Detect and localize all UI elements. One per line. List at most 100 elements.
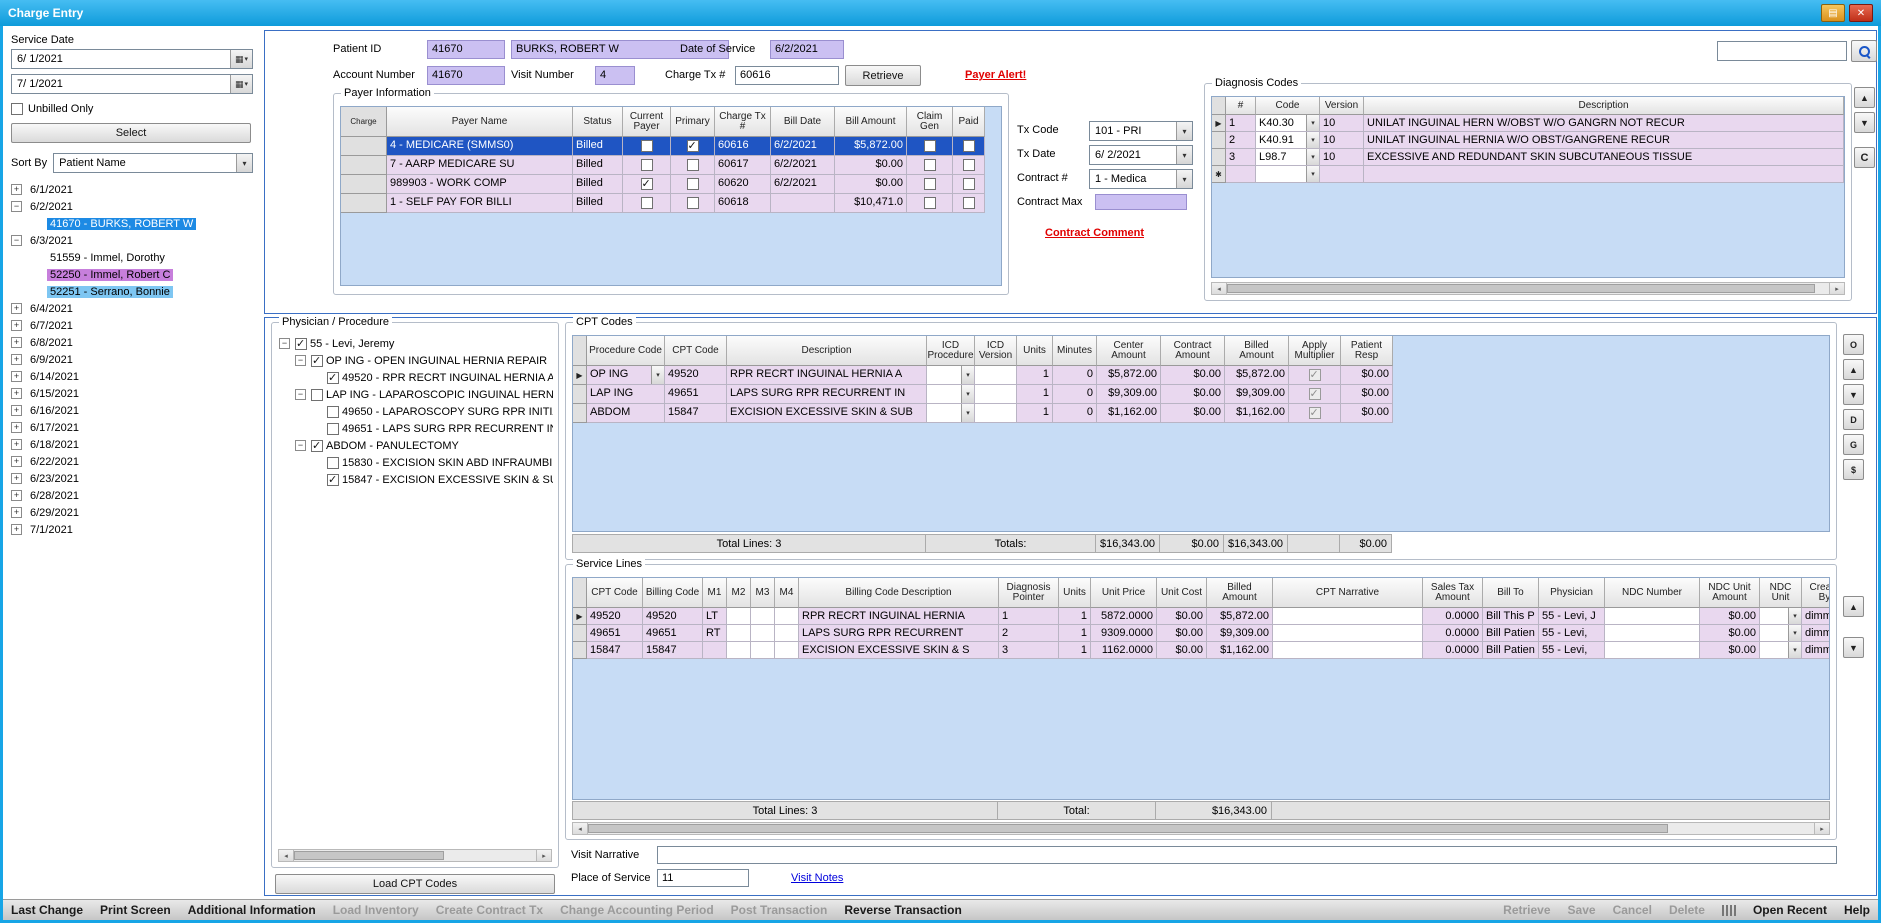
service-line-cell[interactable]: $1,162.00: [1207, 642, 1273, 659]
tree-expander-icon[interactable]: −: [11, 201, 22, 212]
diagnosis-cell[interactable]: K40.91▾: [1256, 132, 1320, 149]
visit-notes-link[interactable]: Visit Notes: [791, 872, 843, 884]
payer-cell[interactable]: [671, 137, 715, 156]
service-line-cell[interactable]: 49520: [587, 608, 643, 625]
tree-expander-icon[interactable]: +: [11, 422, 22, 433]
tree-expander-icon[interactable]: +: [11, 354, 22, 365]
procedure-tree-item[interactable]: 49520 - RPR RECRT INGUINAL HERNIA A: [277, 369, 553, 386]
payer-cell[interactable]: 989903 - WORK COMP: [387, 175, 573, 194]
procedure-checkbox[interactable]: [327, 474, 339, 486]
service-line-column-header[interactable]: M2: [727, 578, 751, 608]
service-line-cell[interactable]: ▾: [1760, 625, 1802, 642]
payer-cell[interactable]: [953, 156, 985, 175]
service-line-cell[interactable]: [775, 608, 799, 625]
checkbox[interactable]: [924, 178, 936, 190]
payer-column-header[interactable]: Claim Gen: [907, 107, 953, 137]
payer-cell[interactable]: Billed: [573, 194, 623, 213]
tree-expander-icon[interactable]: −: [295, 440, 306, 451]
service-line-cell[interactable]: dimmel: [1802, 625, 1830, 642]
dropdown-arrow-icon[interactable]: ▾: [1306, 132, 1319, 148]
procedure-checkbox[interactable]: [295, 338, 307, 350]
scroll-right-icon[interactable]: ▸: [1829, 283, 1844, 294]
service-line-cell[interactable]: [727, 625, 751, 642]
cpt-cell[interactable]: EXCISION EXCESSIVE SKIN & SUB: [727, 404, 927, 423]
service-line-cell[interactable]: $0.00: [1700, 608, 1760, 625]
service-line-cell[interactable]: [1605, 642, 1700, 659]
payer-cell[interactable]: [953, 137, 985, 156]
tree-date-item[interactable]: +6/15/2021: [11, 385, 253, 402]
checkbox[interactable]: [963, 159, 975, 171]
checkbox[interactable]: [687, 140, 699, 152]
service-line-cell[interactable]: 49651: [643, 625, 703, 642]
service-line-cell[interactable]: 0.0000: [1423, 625, 1483, 642]
row-marker[interactable]: [1212, 132, 1226, 149]
tree-date-item[interactable]: +7/1/2021: [11, 521, 253, 538]
cpt-cell[interactable]: ▾: [927, 404, 975, 423]
row-marker[interactable]: [573, 404, 587, 423]
statusbar-item-cancel[interactable]: Cancel: [1613, 903, 1652, 917]
cpt-cell[interactable]: ▾: [927, 385, 975, 404]
cpt-cell[interactable]: 49520: [665, 366, 727, 385]
procedure-checkbox[interactable]: [327, 406, 339, 418]
cpt-column-header[interactable]: ICD Procedure: [927, 336, 975, 366]
payer-column-header[interactable]: Status: [573, 107, 623, 137]
tx-code-combo[interactable]: 101 - PRI▾: [1089, 121, 1193, 141]
payer-column-header[interactable]: Charge Tx #: [715, 107, 771, 137]
payer-cell[interactable]: [953, 175, 985, 194]
cpt-cell[interactable]: [1289, 404, 1341, 423]
service-line-cell[interactable]: $5,872.00: [1207, 608, 1273, 625]
cpt-cell[interactable]: 15847: [665, 404, 727, 423]
tree-expander-icon[interactable]: +: [11, 184, 22, 195]
diagnosis-cell[interactable]: L98.7▾: [1256, 149, 1320, 166]
procedure-tree-item[interactable]: 49650 - LAPAROSCOPY SURG RPR INITIA: [277, 403, 553, 420]
cpt-cell[interactable]: $5,872.00: [1097, 366, 1161, 385]
checkbox[interactable]: [924, 159, 936, 171]
payer-column-header[interactable]: Payer Name: [387, 107, 573, 137]
service-line-cell[interactable]: 1162.0000: [1091, 642, 1157, 659]
payer-cell[interactable]: 6/2/2021: [771, 156, 835, 175]
statusbar-item-save[interactable]: Save: [1568, 903, 1596, 917]
payer-cell[interactable]: [907, 137, 953, 156]
row-marker[interactable]: [341, 137, 387, 156]
diagnosis-cell[interactable]: [1364, 166, 1844, 183]
statusbar-item-change-accounting-period[interactable]: Change Accounting Period: [560, 903, 714, 917]
service-line-cell[interactable]: [775, 642, 799, 659]
checkbox[interactable]: [924, 140, 936, 152]
service-line-cell[interactable]: 55 - Levi, J: [1539, 608, 1605, 625]
retrieve-button[interactable]: Retrieve: [845, 65, 921, 86]
dropdown-arrow-icon[interactable]: ▾: [961, 385, 974, 403]
service-line-column-header[interactable]: Unit Price: [1091, 578, 1157, 608]
tree-expander-icon[interactable]: −: [295, 355, 306, 366]
statusbar-item-additional-information[interactable]: Additional Information: [188, 903, 316, 917]
service-line-column-header[interactable]: Bill To: [1483, 578, 1539, 608]
row-marker[interactable]: [1212, 149, 1226, 166]
service-line-cell[interactable]: $0.00: [1157, 625, 1207, 642]
procedure-tree-item[interactable]: 15830 - EXCISION SKIN ABD INFRAUMBIL: [277, 454, 553, 471]
cpt-cell[interactable]: LAPS SURG RPR RECURRENT IN: [727, 385, 927, 404]
service-line-cell[interactable]: 1: [1059, 642, 1091, 659]
checkbox[interactable]: [963, 178, 975, 190]
service-line-cell[interactable]: 49520: [643, 608, 703, 625]
service-line-column-header[interactable]: Billing Code Description: [799, 578, 999, 608]
service-line-column-header[interactable]: CPT Code: [587, 578, 643, 608]
unbilled-only-checkbox[interactable]: [11, 103, 23, 115]
cpt-column-header[interactable]: Billed Amount: [1225, 336, 1289, 366]
payer-cell[interactable]: [953, 194, 985, 213]
scroll-left-icon[interactable]: ◂: [279, 850, 294, 861]
procedure-checkbox[interactable]: [311, 389, 323, 401]
payer-column-header[interactable]: Current Payer: [623, 107, 671, 137]
service-line-cell[interactable]: 5872.0000: [1091, 608, 1157, 625]
cpt-cell[interactable]: $9,309.00: [1225, 385, 1289, 404]
tree-expander-icon[interactable]: +: [11, 303, 22, 314]
dropdown-arrow-icon[interactable]: ▾: [651, 366, 664, 384]
cpt-cell[interactable]: [1289, 385, 1341, 404]
payer-cell[interactable]: [623, 175, 671, 194]
payer-cell[interactable]: 60617: [715, 156, 771, 175]
tree-expander-icon[interactable]: +: [11, 490, 22, 501]
cpt-cell[interactable]: 0: [1053, 404, 1097, 423]
service-line-column-header[interactable]: Unit Cost: [1157, 578, 1207, 608]
service-date-to-picker[interactable]: 7/ 1/2021 ▦▾: [11, 74, 253, 94]
cpt-cell[interactable]: $0.00: [1161, 404, 1225, 423]
diagnosis-cell[interactable]: [1320, 166, 1364, 183]
cpt-cell[interactable]: $9,309.00: [1097, 385, 1161, 404]
